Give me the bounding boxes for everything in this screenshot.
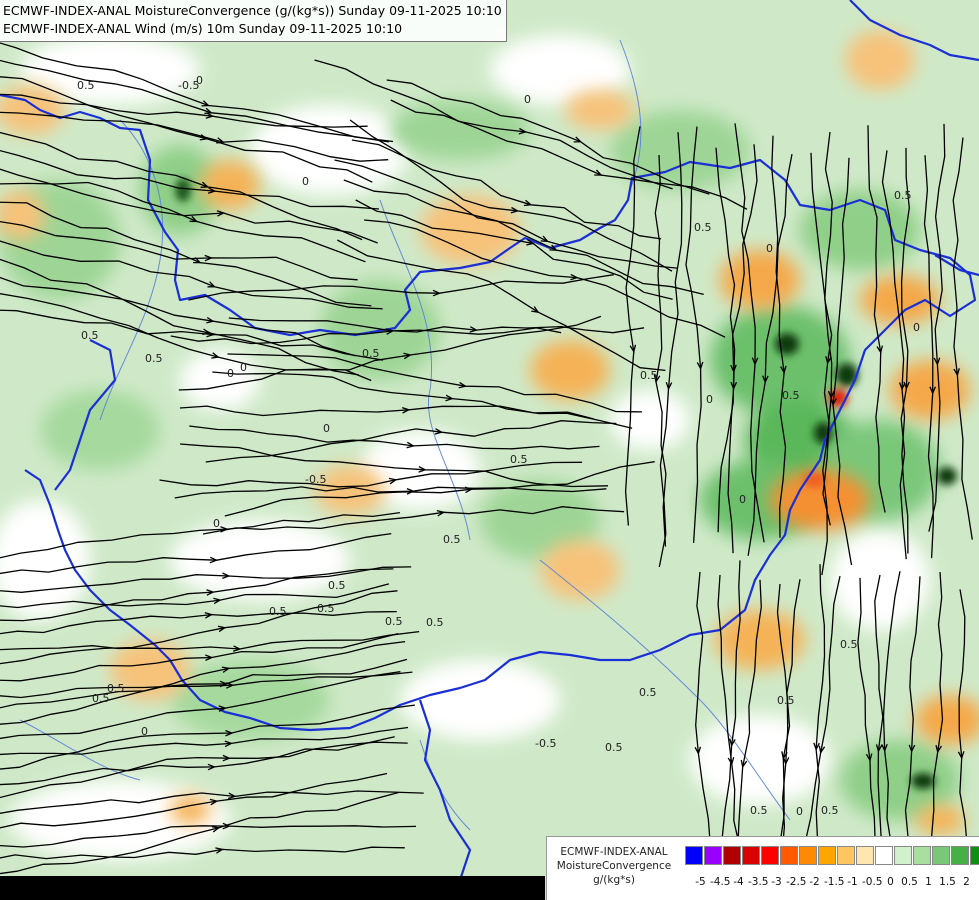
legend-tick-label: 0 xyxy=(887,876,894,888)
contour-label: -0.5 xyxy=(535,737,556,750)
contour-label: 0.5 xyxy=(821,804,839,817)
legend-caption: ECMWF-INDEX-ANAL MoistureConvergence g/(… xyxy=(549,845,679,887)
contour-label: 0 xyxy=(706,393,713,406)
contour-label: 0 xyxy=(227,367,234,380)
map-canvas: 0.5 0 -0.5 0 0.5 0 0.5 -0.5 0.5 0 0.5 0 0.5 0.5 0 0.5 0.… xyxy=(0,0,979,900)
legend-swatch xyxy=(894,846,912,865)
legend-parameter: MoistureConvergence xyxy=(556,860,672,872)
legend-tick-label: 1 xyxy=(925,876,932,888)
color-legend: ECMWF-INDEX-ANAL MoistureConvergence g/(… xyxy=(546,836,979,900)
contour-label: 0.5 xyxy=(605,741,623,754)
contour-label: -0.5 xyxy=(305,473,326,486)
legend-swatch xyxy=(761,846,779,865)
contour-label: 0.5 xyxy=(269,605,287,618)
contour-label: 0.5 xyxy=(77,79,95,92)
map-title-box: ECMWF-INDEX-ANAL MoistureConvergence (g/… xyxy=(0,0,507,42)
legend-tick-labels: -5 -4.5 -4 -3.5 -3 -2.5 -2 -1.5 -1 -0.5 0 0.5 1 1.5 2 xyxy=(691,876,976,888)
legend-swatch xyxy=(799,846,817,865)
contour-label: 0.5 xyxy=(894,189,912,202)
legend-tick-label: -3 xyxy=(771,876,782,888)
legend-swatch xyxy=(723,846,741,865)
contour-label: 0 xyxy=(913,321,920,334)
contour-label: 0.5 xyxy=(750,804,768,817)
legend-swatch xyxy=(742,846,760,865)
contour-label: 0 xyxy=(524,93,531,106)
legend-tick-label: -4.5 xyxy=(710,876,731,888)
contour-label: 0 xyxy=(213,517,220,530)
legend-tick-label: -1 xyxy=(847,876,858,888)
legend-model: ECMWF-INDEX-ANAL xyxy=(560,846,668,858)
contour-label: 0 xyxy=(739,493,746,506)
legend-tick-label: -2.5 xyxy=(786,876,807,888)
contour-label: 0 xyxy=(766,242,773,255)
contour-label: 0 xyxy=(196,74,203,87)
contour-label: 0 xyxy=(323,422,330,435)
contour-label: 0.5 xyxy=(777,694,795,707)
weather-map: 0.5 0 -0.5 0 0.5 0 0.5 -0.5 0.5 0 0.5 0 0.5 0.5 0 0.5 0.… xyxy=(0,0,979,900)
contour-label: 0.5 xyxy=(694,221,712,234)
legend-swatch xyxy=(685,846,703,865)
wind-title: ECMWF-INDEX-ANAL Wind (m/s) 10m Sunday 0… xyxy=(3,21,403,36)
legend-swatch xyxy=(837,846,855,865)
contour-label: 0.5 xyxy=(362,347,380,360)
contour-label: 0 xyxy=(796,805,803,818)
legend-swatch xyxy=(856,846,874,865)
contour-label: 0.5 xyxy=(426,616,444,629)
bottom-black-strip xyxy=(0,876,545,900)
legend-tick-label: -3.5 xyxy=(748,876,769,888)
legend-tick-label: 0.5 xyxy=(901,876,918,888)
contour-label: 0.5 xyxy=(840,638,858,651)
legend-swatch xyxy=(875,846,893,865)
moisture-convergence-title: ECMWF-INDEX-ANAL MoistureConvergence (g/… xyxy=(3,3,502,18)
legend-tick-label: -2 xyxy=(809,876,820,888)
legend-tick-label: -0.5 xyxy=(862,876,883,888)
contour-label: 0.5 xyxy=(92,692,110,705)
contour-label: 0.5 xyxy=(385,615,403,628)
legend-swatch xyxy=(932,846,950,865)
contour-label: 0.5 xyxy=(443,533,461,546)
contour-label: 0 xyxy=(141,725,148,738)
legend-swatch xyxy=(970,846,979,865)
contour-label: 0.5 xyxy=(639,686,657,699)
legend-swatch xyxy=(780,846,798,865)
contour-label: 0.5 xyxy=(81,329,99,342)
legend-swatch xyxy=(951,846,969,865)
legend-swatches xyxy=(685,846,979,865)
contour-label: 0.5 xyxy=(317,602,335,615)
legend-tick-label: -1.5 xyxy=(824,876,845,888)
legend-swatch xyxy=(818,846,836,865)
contour-label: 0.5 xyxy=(640,369,658,382)
legend-unit: g/(kg*s) xyxy=(593,874,635,886)
contour-label: 0.5 xyxy=(782,389,800,402)
contour-label: 0.5 xyxy=(145,352,163,365)
contour-label: 0.5 xyxy=(107,682,125,695)
legend-tick-label: -4 xyxy=(733,876,744,888)
legend-swatch xyxy=(704,846,722,865)
contour-label: 0 xyxy=(240,361,247,374)
legend-tick-label: 1.5 xyxy=(939,876,956,888)
legend-tick-label: -5 xyxy=(695,876,706,888)
legend-tick-label: 2 xyxy=(963,876,970,888)
contour-label: 0.5 xyxy=(328,579,346,592)
contour-label: 0.5 xyxy=(510,453,528,466)
legend-swatch xyxy=(913,846,931,865)
contour-label: 0 xyxy=(302,175,309,188)
